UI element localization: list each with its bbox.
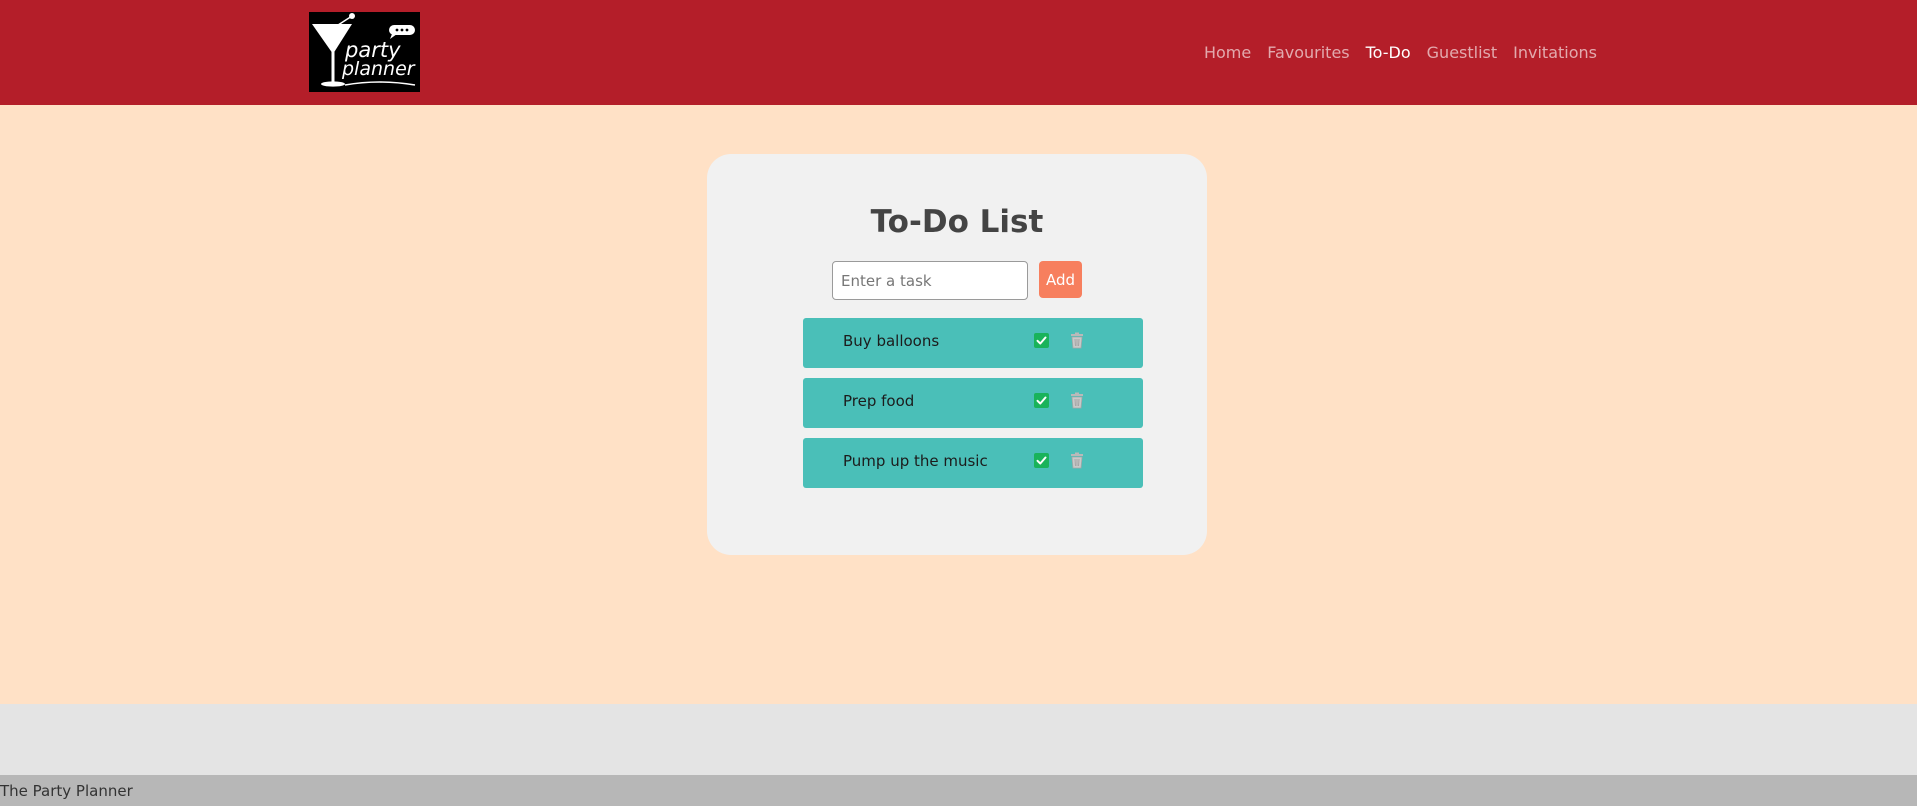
footer: The Party Planner — [0, 775, 1917, 806]
todo-list: Buy balloons Prep food Pump up the music — [803, 318, 1143, 498]
trash-icon[interactable] — [1069, 392, 1085, 410]
nav-link-home[interactable]: Home — [1204, 40, 1251, 65]
trash-icon[interactable] — [1069, 452, 1085, 470]
nav-link-guestlist[interactable]: Guestlist — [1427, 40, 1498, 65]
nav-links: Home Favourites To-Do Guestlist Invitati… — [1204, 40, 1597, 65]
todo-item: Prep food — [803, 378, 1143, 428]
add-task-button[interactable]: Add — [1039, 261, 1082, 298]
martini-glass-icon: party planner — [309, 12, 420, 92]
todo-text: Prep food — [843, 392, 915, 410]
footer-spacer — [0, 704, 1917, 775]
nav-link-favourites[interactable]: Favourites — [1267, 40, 1349, 65]
task-input[interactable] — [832, 261, 1028, 300]
check-icon[interactable] — [1034, 333, 1049, 348]
nav-link-todo[interactable]: To-Do — [1366, 40, 1411, 65]
footer-text: The Party Planner — [0, 782, 133, 800]
todo-item: Pump up the music — [803, 438, 1143, 488]
navbar: party planner Home Favourites To-Do Gues… — [0, 0, 1917, 105]
check-icon[interactable] — [1034, 453, 1049, 468]
todo-text: Pump up the music — [843, 452, 988, 470]
trash-icon[interactable] — [1069, 332, 1085, 350]
svg-text:planner: planner — [341, 58, 416, 80]
todo-text: Buy balloons — [843, 332, 940, 350]
party-planner-logo[interactable]: party planner — [309, 12, 420, 92]
check-icon[interactable] — [1034, 393, 1049, 408]
page-title: To-Do List — [870, 204, 1044, 240]
todo-item: Buy balloons — [803, 318, 1143, 368]
todo-card: To-Do List Add Buy balloons Prep food — [707, 154, 1207, 555]
nav-link-invitations[interactable]: Invitations — [1513, 40, 1597, 65]
